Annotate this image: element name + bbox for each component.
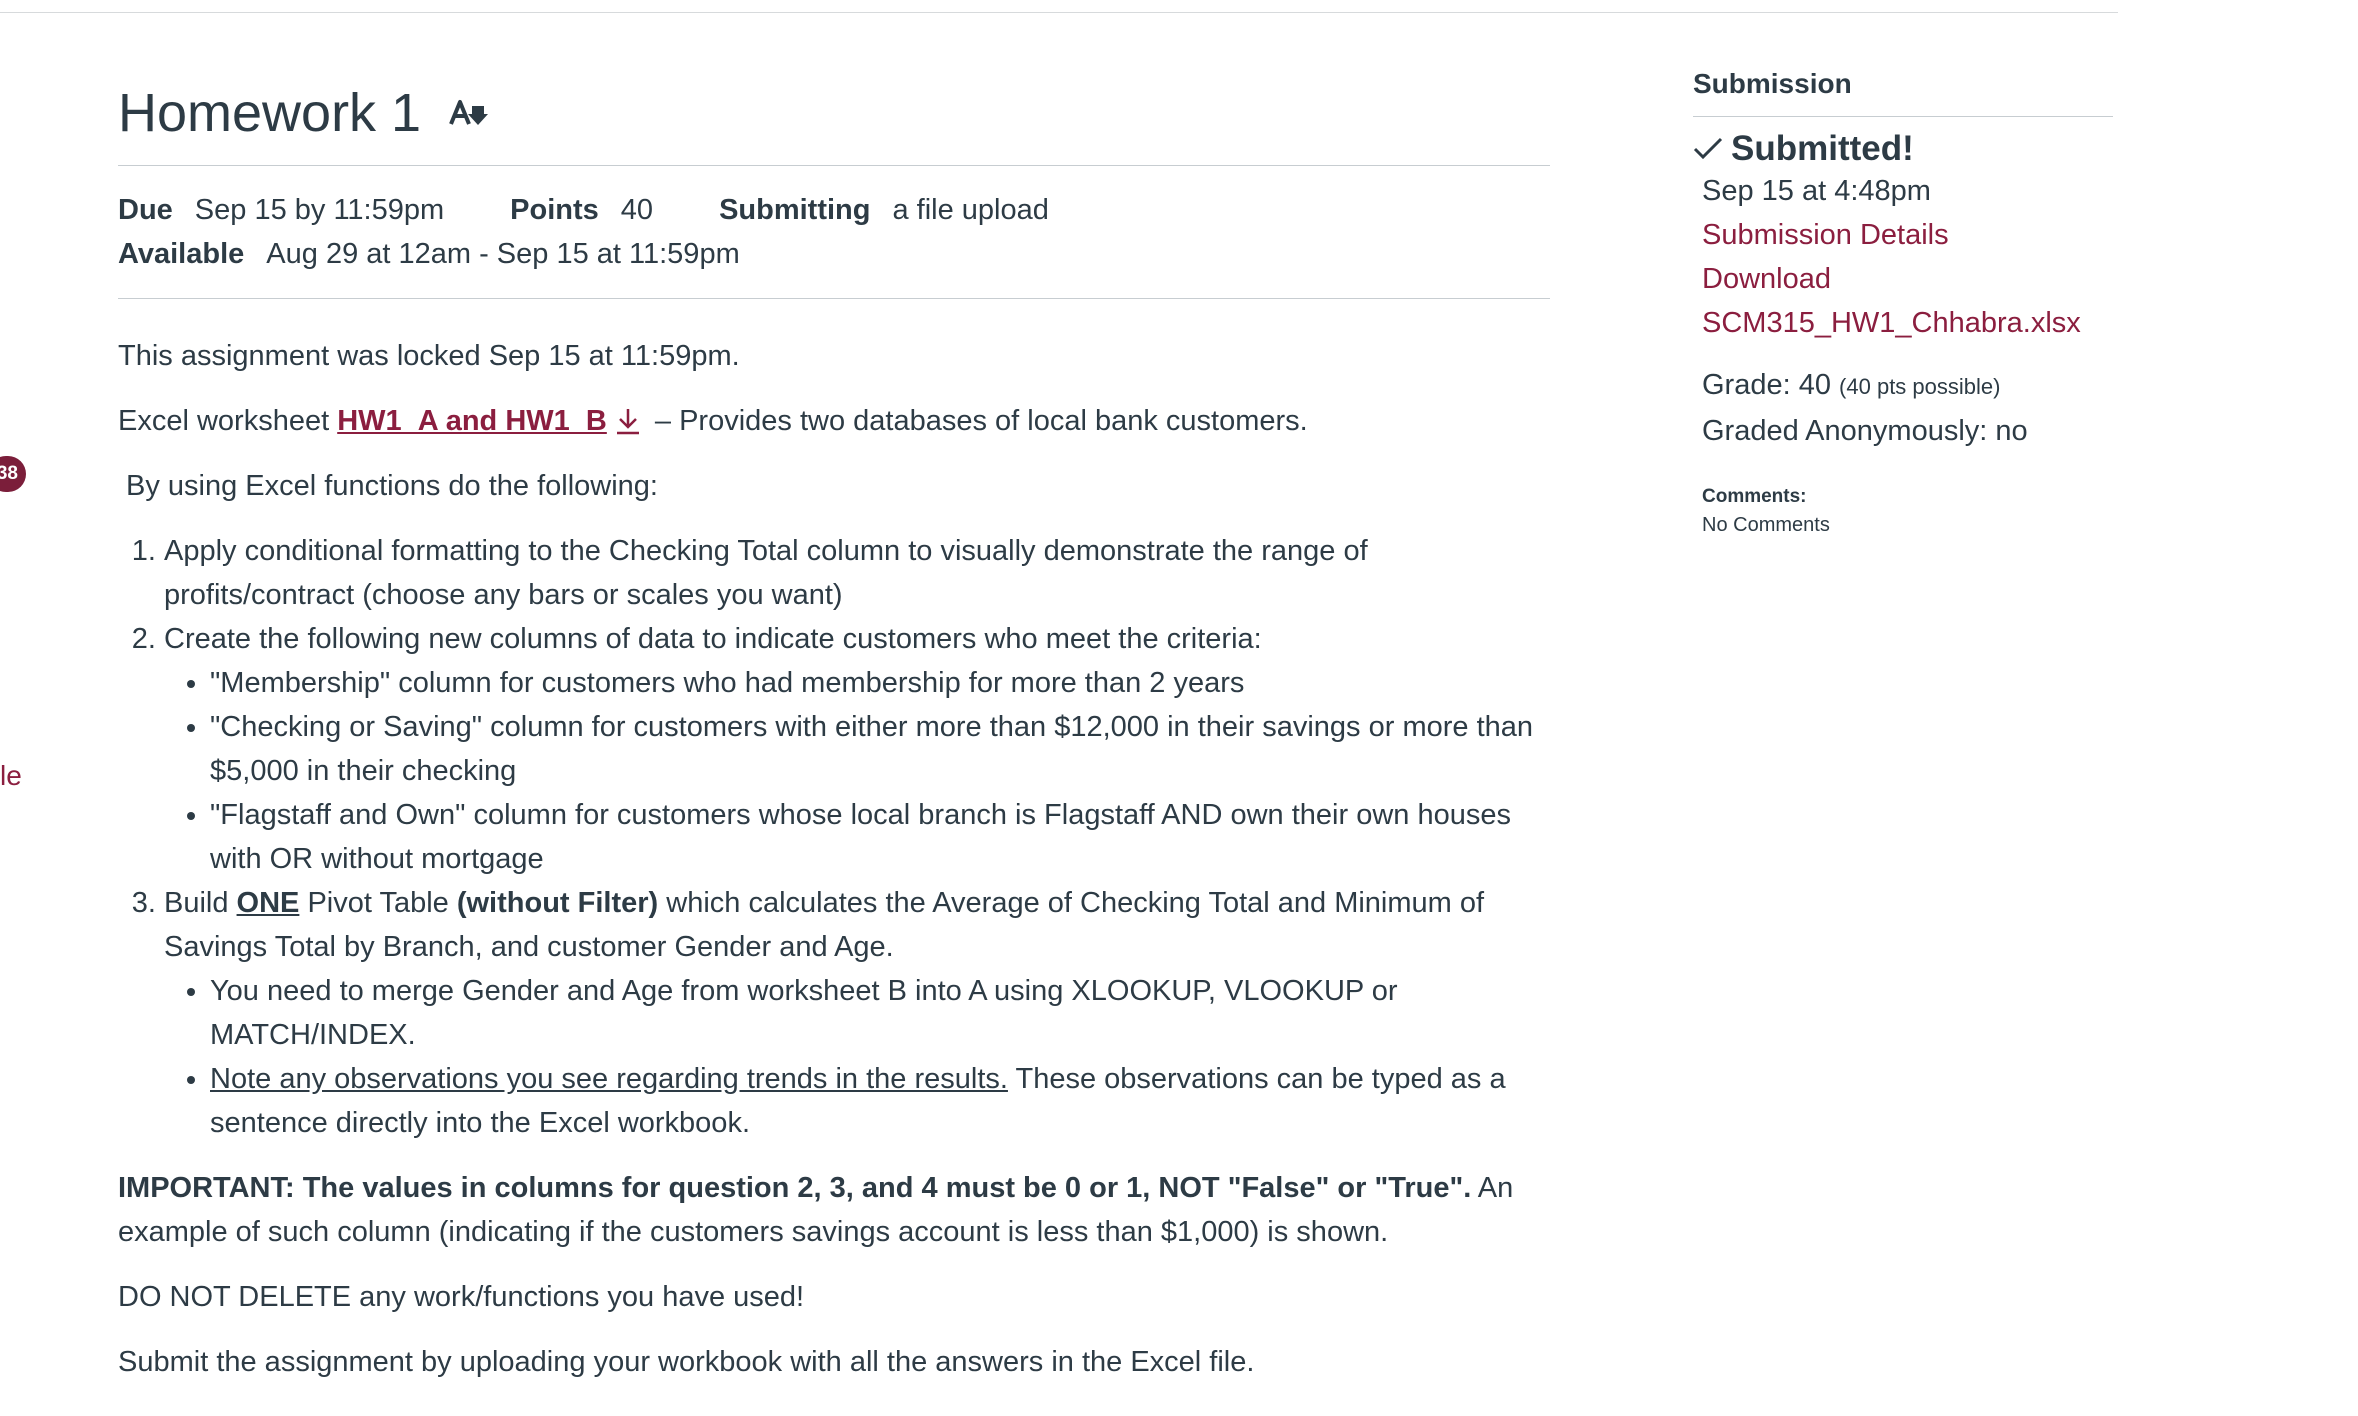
assignment-description: This assignment was locked Sep 15 at 11:… (118, 334, 1550, 1384)
step-text: Create the following new columns of data… (164, 623, 1262, 655)
sidebar-count-badge[interactable]: 38 (0, 456, 26, 492)
download-link[interactable]: Download (1702, 257, 2113, 301)
instructions-list: Apply conditional formatting to the Chec… (118, 529, 1550, 1145)
submission-status: Submitted! (1693, 129, 2113, 169)
page-title: Homework 1 (118, 82, 422, 143)
worksheet-paragraph: Excel worksheet HW1_A and HW1_B – Provid… (118, 399, 1550, 443)
comments-value: No Comments (1702, 514, 1830, 536)
submission-sidebar: Submission Submitted! Sep 15 at 4:48pm S… (1693, 68, 2113, 541)
title-row: Homework 1 (118, 60, 1550, 165)
submit-instruction: Submit the assignment by uploading your … (118, 1346, 1255, 1378)
important-bold: IMPORTANT: The values in columns for que… (118, 1172, 1472, 1204)
instructions-intro: By using Excel functions do the followin… (126, 470, 658, 502)
worksheet-file-link[interactable]: HW1_A and HW1_B (337, 405, 607, 437)
due-points-row: Due Sep 15 by 11:59pm Points 40 Submitti… (118, 188, 1550, 232)
criteria-list: "Membership" column for customers who ha… (164, 661, 1550, 881)
checkmark-icon (1693, 136, 1723, 162)
submitting-value: a file upload (892, 194, 1049, 226)
assignment-main: Homework 1 Due Sep 15 by 11:59pm Points … (118, 60, 1550, 1384)
step-text: Pivot Table (299, 887, 457, 919)
locked-notice: This assignment was locked Sep 15 at 11:… (118, 340, 740, 372)
comments-label: Comments: (1702, 486, 1807, 507)
assignment-icon (447, 96, 489, 130)
pivot-notes-list: You need to merge Gender and Age from wo… (164, 969, 1550, 1145)
due-value: Sep 15 by 11:59pm (194, 194, 445, 226)
list-item: Note any observations you see regarding … (210, 1057, 1550, 1145)
download-icon[interactable] (615, 405, 641, 435)
grade-possible: (40 pts possible) (1839, 374, 2001, 399)
submitted-at: Sep 15 at 4:48pm (1702, 175, 1931, 207)
sidebar-link-fragment[interactable]: le (0, 760, 22, 792)
step-text: Apply conditional formatting to the Chec… (164, 535, 1368, 611)
submitted-file-link[interactable]: SCM315_HW1_Chhabra.xlsx (1702, 301, 2113, 345)
points-value: 40 (620, 194, 654, 226)
due-label: Due (118, 194, 173, 226)
submitted-status-text: Submitted! (1731, 129, 1914, 168)
points-label: Points (510, 194, 599, 226)
submission-details-link[interactable]: Submission Details (1702, 213, 2113, 257)
do-not-delete-notice: DO NOT DELETE any work/functions you hav… (118, 1281, 805, 1313)
submitting-label: Submitting (719, 194, 871, 226)
list-item: "Flagstaff and Own" column for customers… (210, 793, 1550, 881)
assignment-details: Due Sep 15 by 11:59pm Points 40 Submitti… (118, 166, 1550, 298)
list-item: You need to merge Gender and Age from wo… (210, 969, 1550, 1057)
worksheet-prefix: Excel worksheet (118, 405, 338, 437)
list-item: Build ONE Pivot Table (without Filter) w… (164, 881, 1550, 1145)
emphasis-one: ONE (236, 887, 300, 919)
worksheet-suffix: – Provides two databases of local bank c… (654, 405, 1308, 437)
list-item: Create the following new columns of data… (164, 617, 1550, 881)
available-value: Aug 29 at 12am - Sep 15 at 11:59pm (266, 238, 740, 270)
emphasis-no-filter: (without Filter) (456, 887, 659, 919)
list-item: Apply conditional formatting to the Chec… (164, 529, 1550, 617)
list-item: "Membership" column for customers who ha… (210, 661, 1550, 705)
available-row: Available Aug 29 at 12am - Sep 15 at 11:… (118, 232, 1550, 276)
top-divider (0, 12, 2118, 13)
list-item: "Checking or Saving" column for customer… (210, 705, 1550, 793)
available-label: Available (118, 238, 245, 270)
grade: Grade: 40 (40 pts possible) (1702, 363, 2113, 409)
submission-info: Sep 15 at 4:48pm Submission Details Down… (1693, 169, 2113, 541)
grade-value: Grade: 40 (1702, 369, 1831, 401)
graded-anonymously: Graded Anonymously: no (1702, 415, 2028, 447)
observation-note: Note any observations you see regarding … (210, 1063, 1008, 1095)
important-notice: IMPORTANT: The values in columns for que… (118, 1166, 1550, 1254)
details-divider (118, 298, 1550, 299)
submission-heading: Submission (1693, 68, 2113, 117)
step-text: Build (164, 887, 237, 919)
